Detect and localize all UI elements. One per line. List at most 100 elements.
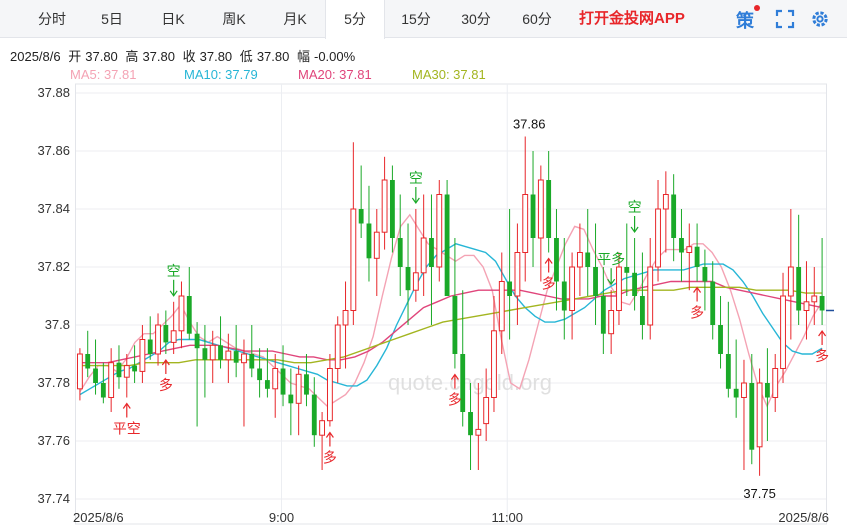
- candle-body-down: [202, 348, 208, 360]
- candle-body-down: [702, 267, 708, 282]
- signal-label: 平空: [113, 422, 141, 438]
- x-tick-label: 2025/8/6: [778, 510, 829, 525]
- candle-body-down: [264, 380, 270, 389]
- candle-body-down: [725, 354, 731, 389]
- watermark-text: quote.cngold.org: [388, 370, 552, 395]
- candle-body-up: [123, 365, 130, 378]
- x-tick-label: 9:00: [269, 510, 294, 525]
- y-tick-label: 37.84: [37, 201, 70, 216]
- y-tick-label: 37.74: [37, 491, 70, 506]
- candle-body-down: [233, 351, 239, 363]
- candle-body-down: [585, 252, 591, 267]
- candle-body-up: [483, 397, 490, 425]
- candle-body-up: [350, 208, 357, 311]
- candle-body-down: [764, 383, 770, 398]
- signal-label: 多: [815, 348, 829, 365]
- candle-body-up: [616, 266, 622, 311]
- candle-body-up: [295, 373, 302, 404]
- candle-body-up: [334, 324, 341, 369]
- candle-body-down: [358, 209, 364, 224]
- candle-body-down: [163, 325, 169, 343]
- candle-body-down: [593, 267, 598, 296]
- candle-body-up: [412, 272, 419, 291]
- candle-body-up: [662, 194, 669, 210]
- candle-body-up: [76, 353, 83, 390]
- y-tick-label: 37.88: [37, 85, 70, 100]
- candle-body-up: [803, 301, 810, 311]
- candle-body-up: [475, 428, 482, 436]
- candle-body-up: [225, 350, 232, 361]
- candle-body-up: [647, 266, 654, 326]
- candle-body-up: [491, 330, 497, 398]
- candle-body-down: [311, 394, 317, 436]
- candle-body-up: [170, 330, 177, 343]
- candle-body-down: [132, 365, 138, 372]
- candle-body-down: [796, 267, 802, 311]
- candle-body-down: [718, 325, 723, 354]
- candle-body-up: [655, 208, 661, 268]
- x-tick-label: 11:00: [491, 510, 523, 525]
- y-tick-label: 37.86: [37, 143, 70, 158]
- candle-body-up: [373, 231, 380, 259]
- candle-body-down: [100, 383, 106, 398]
- signal-label: 多: [448, 392, 462, 409]
- y-tick-label: 37.82: [37, 259, 70, 274]
- candle-body-down: [819, 296, 825, 311]
- low-value-label: 37.75: [743, 486, 776, 501]
- candle-body-down: [507, 281, 513, 296]
- candle-body-down: [389, 180, 395, 238]
- y-tick-label: 37.8: [45, 317, 70, 332]
- candle-body-down: [257, 368, 263, 381]
- signal-label: 多: [690, 305, 704, 322]
- y-tick-label: 37.78: [37, 375, 70, 390]
- candle-body-up: [155, 324, 161, 355]
- candle-body-down: [632, 272, 638, 296]
- candle-body-up: [787, 266, 794, 297]
- candle-body-up: [686, 246, 693, 253]
- candle-body-down: [733, 388, 739, 398]
- candle-body-up: [319, 420, 326, 436]
- candle-body-up: [741, 382, 747, 398]
- candle-body-up: [241, 353, 247, 364]
- candle-body-down: [546, 180, 552, 238]
- candle-body-up: [569, 266, 576, 311]
- candle-body-up: [756, 382, 763, 448]
- candle-body-up: [498, 281, 505, 332]
- candle-body-up: [514, 252, 521, 297]
- candle-body-down: [397, 238, 403, 267]
- signal-label: 空: [409, 171, 423, 187]
- candle-body-up: [780, 295, 786, 369]
- candle-body-down: [85, 354, 91, 369]
- candle-body-up: [436, 194, 443, 268]
- candle-body-down: [194, 333, 200, 349]
- high-value-label: 37.86: [513, 117, 546, 132]
- candle-body-down: [468, 412, 473, 436]
- candle-body-up: [342, 310, 349, 326]
- candle-body-down: [429, 238, 434, 267]
- candle-body-down: [452, 296, 458, 354]
- candle-body-down: [147, 339, 153, 354]
- candle-body-down: [749, 383, 755, 450]
- candle-body-up: [326, 368, 333, 422]
- candle-body-down: [530, 194, 536, 238]
- candle-body-up: [537, 179, 544, 239]
- candle-body-up: [108, 362, 115, 399]
- signal-label: 空: [628, 200, 642, 216]
- signal-label: 空: [167, 264, 181, 280]
- candle-body-down: [218, 345, 223, 360]
- candle-body-up: [772, 368, 779, 398]
- candle-body-up: [272, 368, 279, 390]
- candle-body-up: [178, 295, 185, 332]
- candle-body-down: [304, 374, 309, 395]
- candle-body-down: [288, 394, 294, 404]
- candle-body-up: [608, 310, 615, 335]
- candle-body-up: [811, 295, 818, 303]
- candle-body-up: [522, 194, 529, 253]
- candle-body-down: [600, 296, 606, 334]
- signal-label: 平多: [597, 251, 625, 268]
- candle-body-down: [639, 296, 645, 325]
- candle-body-down: [366, 223, 372, 259]
- candle-body-up: [576, 252, 583, 268]
- candle-body-down: [280, 368, 286, 395]
- candle-body-down: [679, 238, 684, 253]
